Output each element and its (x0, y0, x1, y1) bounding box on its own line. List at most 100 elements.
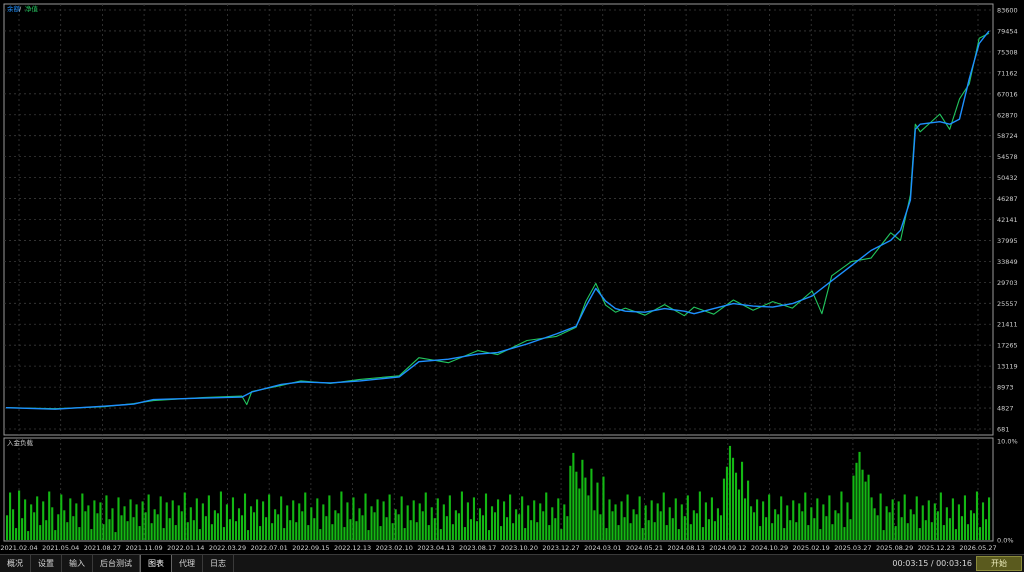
deposit-load-bar (768, 494, 771, 540)
deposit-load-bar (930, 522, 933, 540)
deposit-load-bar (533, 500, 536, 540)
deposit-load-bar (536, 522, 539, 540)
deposit-load-bar (379, 526, 382, 540)
deposit-load-bar (469, 519, 472, 540)
y-tick-label: 21411 (997, 321, 1018, 329)
deposit-load-bar (882, 530, 885, 540)
deposit-load-bar (319, 529, 322, 540)
deposit-load-bar (210, 524, 213, 540)
deposit-load-bar (451, 524, 454, 540)
deposit-load-bar (111, 508, 114, 540)
deposit-load-bar (545, 492, 548, 540)
tab-list: 概况 设置 输入 后台测试 图表 代理 日志 (0, 555, 234, 572)
tab-2[interactable]: 输入 (62, 555, 93, 572)
deposit-load-bar (316, 498, 319, 540)
deposit-load-bar (527, 505, 530, 540)
deposit-load-bar (500, 526, 503, 540)
deposit-load-bar (430, 507, 433, 540)
deposit-load-bar (683, 516, 686, 540)
deposit-load-bar (509, 494, 512, 540)
deposit-load-bar (641, 528, 644, 540)
deposit-load-bar (108, 519, 111, 540)
deposit-load-bar (897, 501, 900, 540)
deposit-load-bar (30, 504, 33, 540)
deposit-load-bar (454, 510, 457, 540)
deposit-load-bar (81, 493, 84, 540)
deposit-load-bar (36, 496, 39, 540)
deposit-load-bar (120, 515, 123, 541)
deposit-load-bar (421, 511, 424, 540)
deposit-load-bar (783, 528, 786, 540)
deposit-y-tick-label: 10.0% (997, 438, 1018, 446)
deposit-load-bar (304, 492, 307, 540)
deposit-load-bar (632, 509, 635, 540)
deposit-load-bar (322, 504, 325, 540)
deposit-load-bar (207, 495, 210, 540)
deposit-load-bar (78, 527, 81, 540)
deposit-load-bar (852, 475, 855, 540)
deposit-load-bar (644, 505, 647, 540)
deposit-load-bar (849, 519, 852, 540)
deposit-load-bar (777, 514, 780, 540)
deposit-load-bar (460, 491, 463, 540)
x-tick-label: 2023.04.13 (417, 544, 454, 552)
deposit-load-bar (515, 509, 518, 540)
deposit-load-bar (885, 506, 888, 540)
tab-1[interactable]: 设置 (31, 555, 62, 572)
deposit-load-bar (171, 500, 174, 540)
deposit-load-bar (888, 512, 891, 540)
deposit-load-bar (337, 513, 340, 540)
deposit-load-bar (373, 512, 376, 540)
x-tick-label: 2021.02.04 (0, 544, 37, 552)
deposit-load-bar (840, 491, 843, 540)
tab-6[interactable]: 日志 (203, 555, 234, 572)
deposit-load-bar (96, 513, 99, 540)
deposit-load-bar (195, 498, 198, 540)
deposit-load-bar (201, 503, 204, 540)
y-tick-label: 62870 (997, 111, 1018, 119)
deposit-load-bar (271, 523, 274, 540)
deposit-load-bar (816, 498, 819, 540)
deposit-load-bar (496, 499, 500, 540)
tab-4[interactable]: 图表 (140, 555, 172, 572)
deposit-load-bar (557, 498, 560, 540)
deposit-load-bar (409, 520, 412, 540)
x-tick-label: 2024.10.29 (751, 544, 788, 552)
tab-5[interactable]: 代理 (172, 555, 203, 572)
deposit-load-bar (325, 516, 328, 540)
deposit-load-bar (780, 496, 783, 540)
tab-3[interactable]: 后台测试 (93, 555, 140, 572)
y-tick-label: 50432 (997, 174, 1018, 182)
deposit-load-bar (548, 525, 551, 540)
y-tick-label: 79454 (997, 27, 1018, 35)
deposit-load-bar (75, 503, 78, 540)
x-tick-label: 2023.02.10 (376, 544, 413, 552)
deposit-load-bar (864, 481, 867, 540)
start-button[interactable]: 开始 (976, 556, 1022, 571)
deposit-load-bar (798, 503, 801, 540)
deposit-load-bar (138, 526, 141, 540)
deposit-load-bar (795, 522, 798, 540)
y-tick-label: 67016 (997, 90, 1018, 98)
deposit-load-bar (93, 500, 96, 540)
deposit-load-bar (671, 518, 674, 540)
tab-0[interactable]: 概况 (0, 555, 31, 572)
deposit-load-bar (662, 492, 665, 540)
deposit-load-bar (873, 508, 876, 540)
deposit-load-bar (84, 511, 87, 540)
deposit-load-bar (987, 497, 991, 540)
deposit-load-bar (129, 499, 132, 540)
deposit-load-bar (747, 480, 750, 540)
deposit-load-bar (234, 521, 238, 540)
deposit-load-bar (219, 491, 222, 540)
deposit-load-bar (786, 505, 789, 540)
x-tick-label: 2021.11.09 (125, 544, 162, 552)
deposit-load-bar (680, 504, 683, 540)
deposit-load-bar (939, 492, 942, 540)
deposit-load-bar (415, 522, 418, 540)
deposit-load-bar (656, 503, 659, 540)
deposit-load-bar (960, 516, 963, 540)
deposit-load-bar (807, 525, 810, 540)
deposit-load-bar (292, 500, 295, 540)
deposit-load-bar (376, 499, 379, 540)
